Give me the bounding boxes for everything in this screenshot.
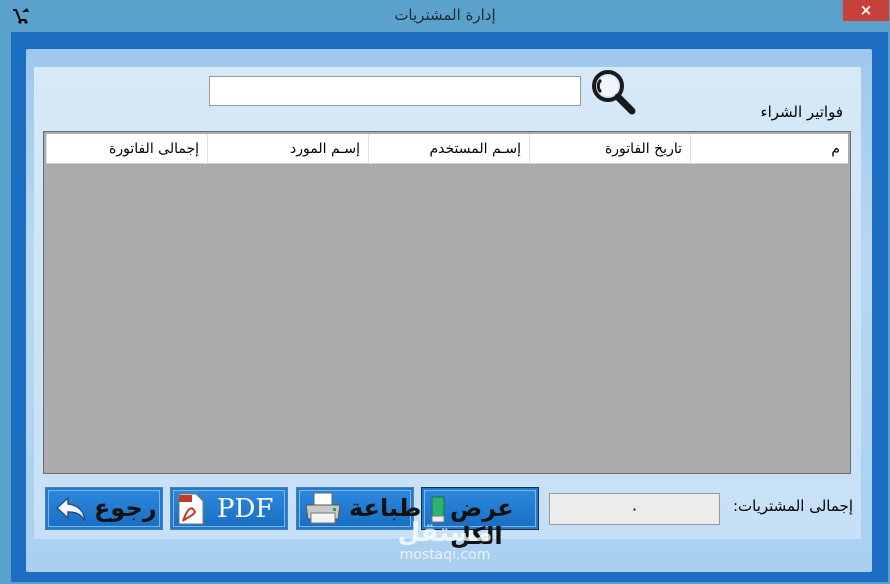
search-input[interactable] bbox=[209, 76, 581, 106]
back-label: رجوع bbox=[94, 494, 157, 522]
section-title: فواتير الشراء bbox=[760, 103, 843, 121]
pdf-button[interactable]: PDF bbox=[170, 487, 288, 530]
total-purchases-value: ٠ bbox=[549, 493, 720, 525]
column-header-invoice-total[interactable]: إجمالى الفاتورة bbox=[46, 134, 207, 163]
invoices-grid[interactable]: م تاريخ الفاتورة إسـم المستخدم إسـم المو… bbox=[43, 131, 851, 474]
watermark-latin: mostaqi.com bbox=[399, 547, 491, 563]
back-arrow-icon bbox=[55, 496, 86, 522]
watermark: مستقل mostaqi.com bbox=[385, 519, 505, 563]
search-icon[interactable] bbox=[588, 68, 640, 116]
back-button[interactable]: رجوع bbox=[45, 487, 163, 530]
column-header-user-name[interactable]: إسـم المستخدم bbox=[368, 134, 529, 163]
column-header-supplier-name[interactable]: إسـم المورد bbox=[207, 134, 368, 163]
total-purchases-label: إجمالى المشتريات: bbox=[732, 497, 853, 515]
grid-header: م تاريخ الفاتورة إسـم المستخدم إسـم المو… bbox=[46, 134, 848, 164]
pdf-label: PDF bbox=[217, 494, 274, 524]
close-button[interactable]: × bbox=[843, 0, 889, 21]
watermark-arabic: مستقل bbox=[397, 518, 493, 548]
printer-icon bbox=[305, 492, 341, 524]
column-header-number[interactable]: م bbox=[690, 134, 848, 163]
column-header-invoice-date[interactable]: تاريخ الفاتورة bbox=[529, 134, 690, 163]
title-bar: إدارة المشتريات × bbox=[0, 0, 890, 32]
window-title: إدارة المشتريات bbox=[394, 6, 496, 24]
pdf-file-icon bbox=[178, 493, 204, 525]
